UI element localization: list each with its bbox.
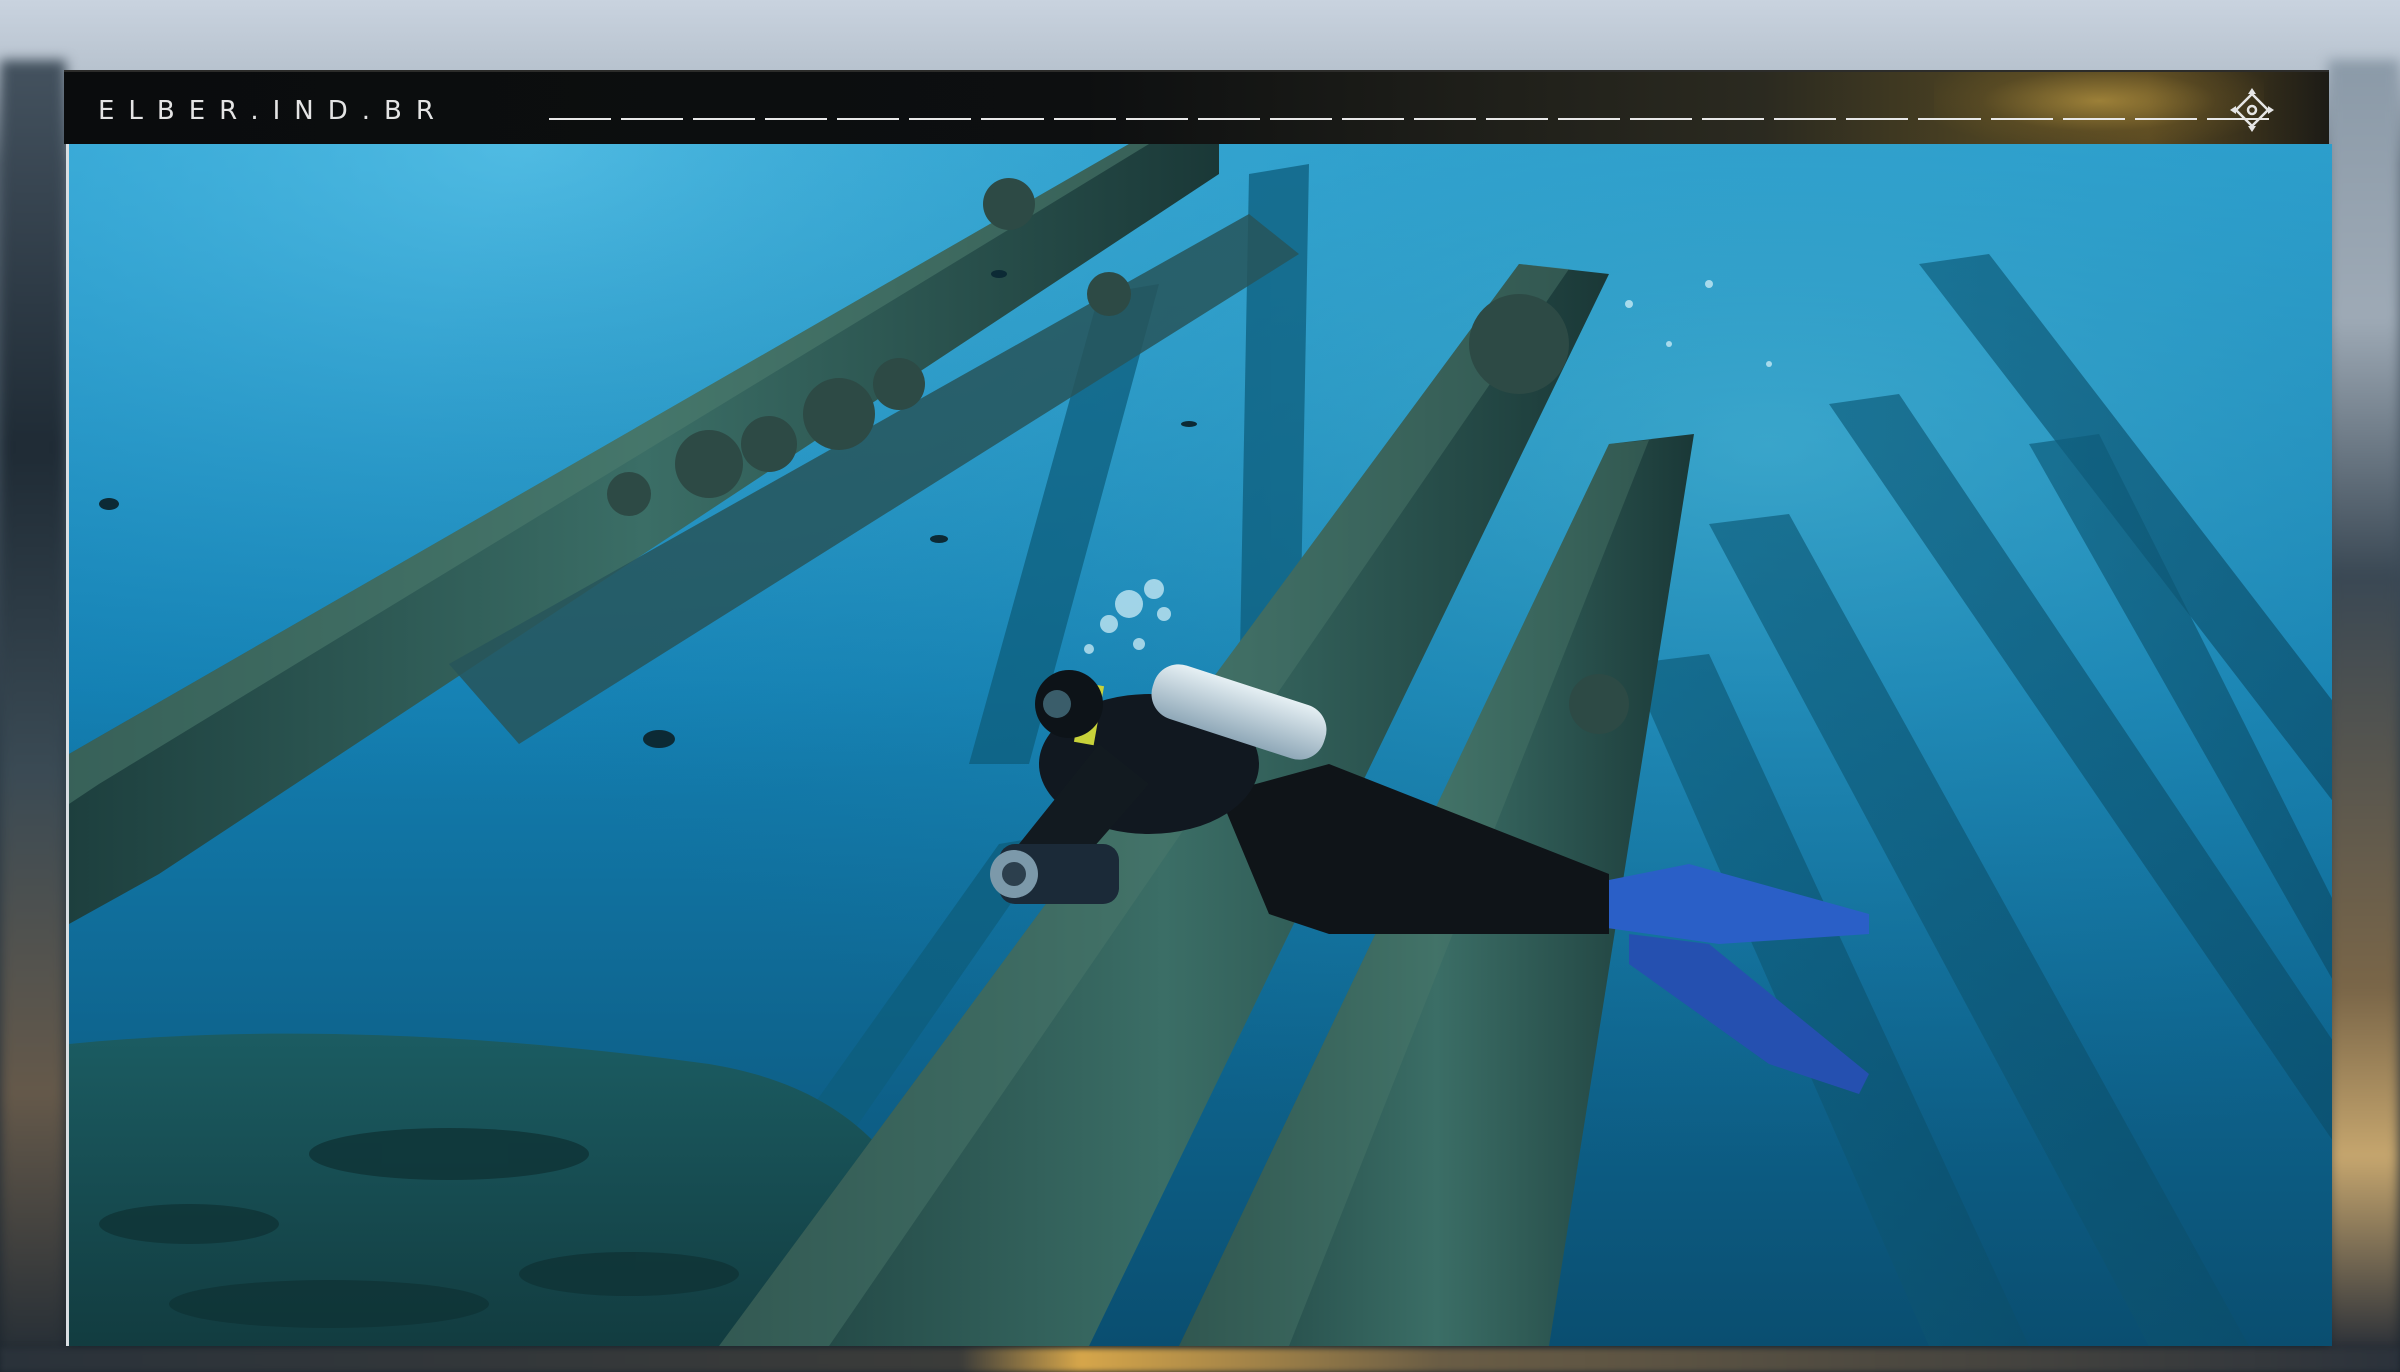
site-title[interactable]: ELBER.IND.BR	[98, 98, 448, 124]
backdrop-left-blur	[0, 60, 66, 1350]
header-bar: ELBER.IND.BR	[64, 70, 2329, 144]
header-divider-line	[549, 118, 2269, 121]
backdrop-right-blur	[2328, 60, 2400, 1350]
underwater-photo	[66, 144, 2332, 1346]
crosshair-move-icon[interactable]	[2230, 88, 2274, 132]
backdrop-bottom-blur	[0, 1348, 2400, 1372]
header-glow	[1934, 72, 2264, 144]
